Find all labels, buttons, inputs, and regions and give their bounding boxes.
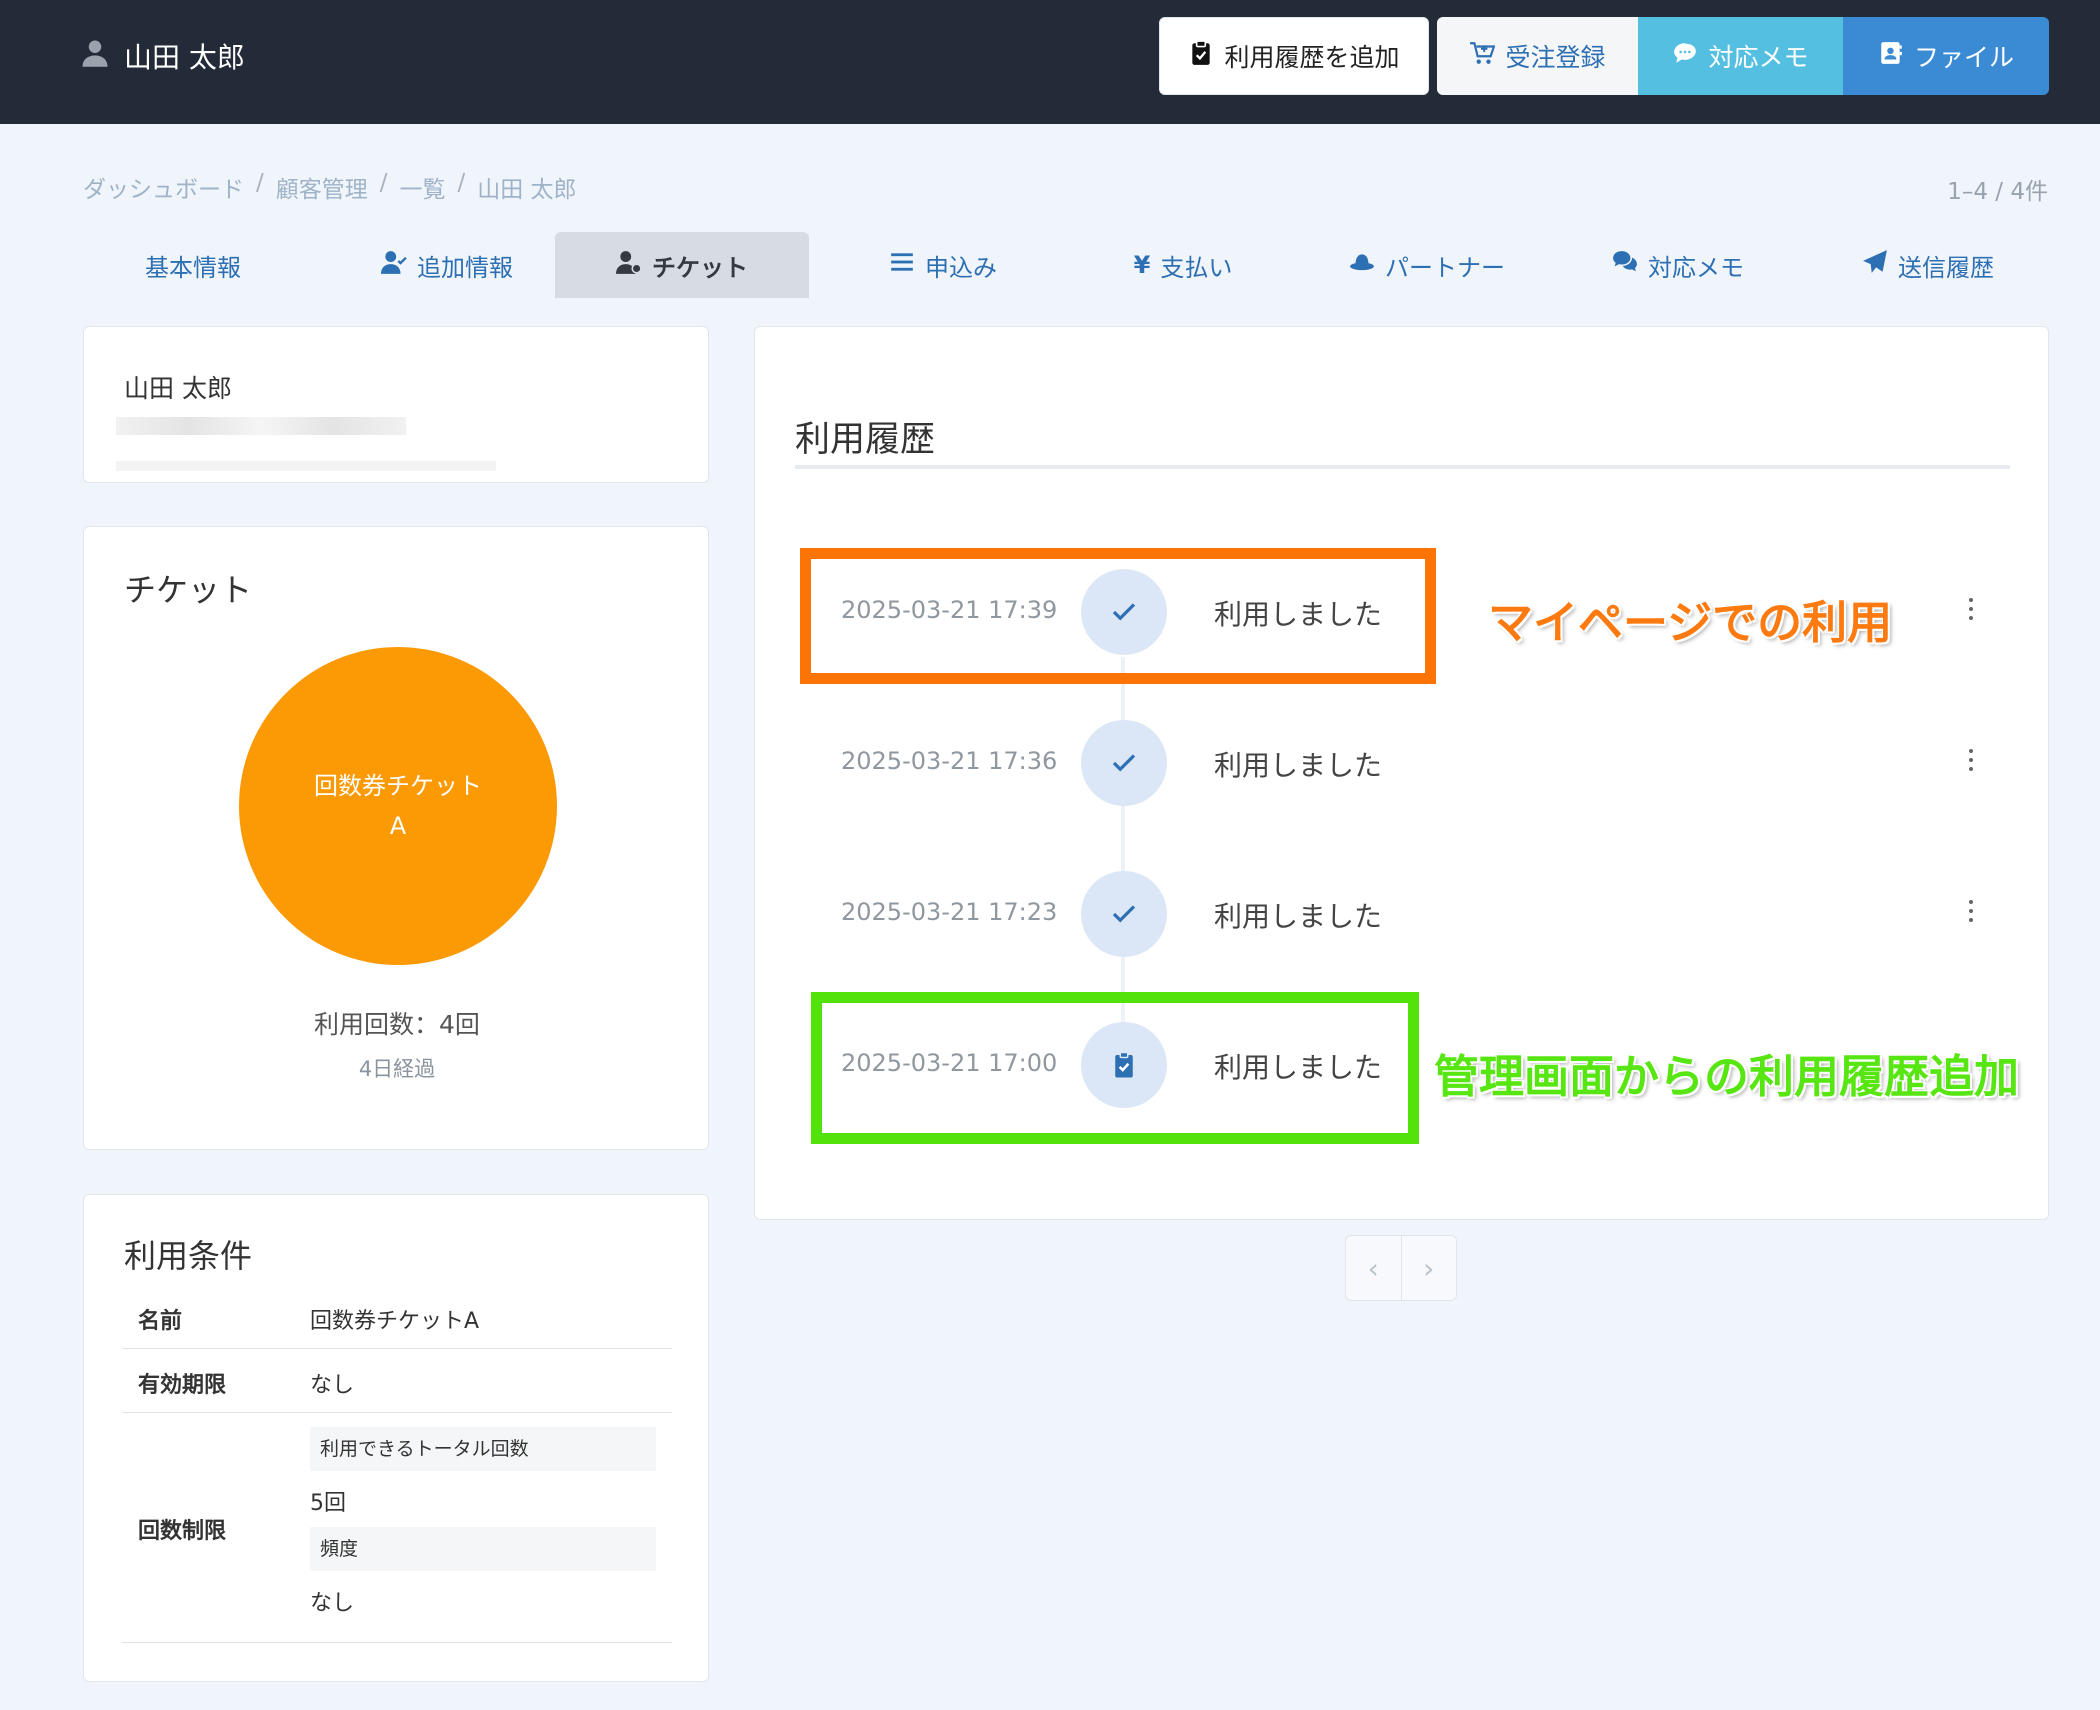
condition-key: 有効期限 [138, 1373, 227, 1398]
history-entry: 2025-03-21 17:23 利用しました [755, 869, 2050, 959]
tab-additional-info[interactable]: 追加情報 [337, 232, 557, 298]
usage-history-title: 利用履歴 [795, 420, 936, 460]
add-history-button[interactable]: 利用履歴を追加 [1159, 17, 1429, 95]
add-history-label: 利用履歴を追加 [1224, 43, 1400, 72]
check-icon [1081, 871, 1167, 957]
comment-icon [1672, 40, 1698, 72]
customer-name: 山田 太郎 [124, 374, 232, 403]
breadcrumb-separator: / [379, 170, 388, 196]
breadcrumb-dashboard[interactable]: ダッシュボード [83, 170, 244, 204]
prev-page-button[interactable]: ‹ [1346, 1236, 1401, 1300]
tab-label: 支払い [1160, 253, 1233, 282]
tab-label: チケット [652, 253, 748, 282]
frequency-label: 頻度 [310, 1527, 656, 1571]
tab-ticket[interactable]: チケット [555, 232, 809, 298]
user-ticket-icon [616, 249, 642, 281]
memo-button[interactable]: 対応メモ [1638, 17, 1843, 95]
tab-basic-info[interactable]: 基本情報 [83, 232, 303, 298]
tab-memo[interactable]: 対応メモ [1573, 232, 1783, 298]
breadcrumb: ダッシュボード / 顧客管理 / 一覧 / 山田 太郎 [83, 170, 577, 204]
ticket-card-title: チケット [124, 571, 253, 609]
yen-icon: ¥ [1133, 251, 1151, 279]
user-name: 山田 太郎 [124, 41, 245, 74]
elapsed-days: 4日経過 [358, 1057, 436, 1081]
record-count: 1–4 / 4件 [1947, 179, 2048, 205]
user-icon [80, 38, 110, 75]
tab-send-history[interactable]: 送信履歴 [1823, 232, 2033, 298]
condition-row-limit: 回数制限 利用できるトータル回数 5回 頻度 なし [122, 1413, 672, 1643]
breadcrumb-list[interactable]: 一覧 [400, 170, 446, 204]
tab-label: 送信履歴 [1898, 253, 1994, 282]
title-divider [795, 465, 2010, 469]
condition-key: 名前 [138, 1309, 183, 1334]
tab-applications[interactable]: 申込み [843, 232, 1043, 298]
ticket-card: チケット 回数券チケットA 利用回数：4回 4日経過 [83, 526, 709, 1150]
ticket-badge[interactable]: 回数券チケットA [239, 647, 557, 965]
condition-value: 回数券チケットA [310, 1309, 480, 1334]
tab-label: 申込み [925, 253, 997, 282]
breadcrumb-current: 山田 太郎 [477, 177, 577, 203]
order-register-button[interactable]: 受注登録 [1437, 17, 1638, 95]
top-bar: 山田 太郎 利用履歴を追加 受注登録 対応メモ ファイル [0, 0, 2100, 124]
entry-time: 2025-03-21 17:23 [841, 898, 1058, 926]
hat-icon [1349, 249, 1375, 281]
annotation-box-admin [811, 992, 1419, 1144]
customer-card: 山田 太郎 [83, 326, 709, 483]
annotation-mypage: マイページでの利用 [1488, 596, 1893, 649]
condition-row-expiry: 有効期限 なし [122, 1349, 672, 1413]
file-button[interactable]: ファイル [1843, 17, 2049, 95]
more-vertical-icon[interactable] [1961, 589, 1981, 629]
breadcrumb-customers[interactable]: 顧客管理 [276, 170, 368, 204]
condition-key: 回数制限 [138, 1519, 227, 1544]
more-vertical-icon[interactable] [1961, 740, 1981, 780]
annotation-box-mypage [800, 548, 1436, 684]
more-vertical-icon[interactable] [1961, 891, 1981, 931]
frequency-value: なし [310, 1591, 355, 1616]
file-label: ファイル [1913, 43, 2014, 72]
comments-icon [1612, 249, 1638, 281]
entry-label: 利用しました [1214, 900, 1383, 933]
check-icon [1081, 720, 1167, 806]
address-book-icon [1878, 40, 1904, 72]
condition-value: なし [310, 1373, 355, 1398]
total-count-label: 利用できるトータル回数 [310, 1427, 656, 1471]
user-check-icon [381, 249, 407, 281]
conditions-card: 利用条件 名前 回数券チケットA 有効期限 なし 回数制限 利用できるトータル回… [83, 1194, 709, 1682]
tab-partner[interactable]: パートナー [1317, 232, 1537, 298]
history-entry: 2025-03-21 17:36 利用しました [755, 718, 2050, 808]
tab-label: 追加情報 [417, 253, 513, 282]
order-register-label: 受注登録 [1505, 43, 1606, 72]
redacted-email [116, 417, 406, 435]
next-page-button[interactable]: › [1400, 1236, 1457, 1300]
usage-count: 利用回数：4回 [314, 1010, 480, 1039]
pagination: ‹ › [1345, 1235, 1457, 1301]
annotation-admin: 管理画面からの利用履歴追加 [1434, 1050, 2020, 1103]
entry-time: 2025-03-21 17:36 [841, 747, 1058, 775]
tab-label: 対応メモ [1648, 253, 1744, 282]
entry-label: 利用しました [1214, 749, 1383, 782]
tab-label: 基本情報 [145, 253, 241, 282]
breadcrumb-separator: / [457, 170, 466, 196]
paper-plane-icon [1862, 249, 1888, 281]
memo-label: 対応メモ [1708, 43, 1809, 72]
clipboard-check-icon [1188, 40, 1214, 72]
redacted-detail [116, 461, 496, 471]
list-icon [889, 249, 915, 281]
tab-payments[interactable]: ¥ 支払い [1083, 232, 1283, 298]
breadcrumb-separator: / [256, 170, 264, 196]
condition-row-name: 名前 回数券チケットA [122, 1285, 672, 1349]
conditions-title: 利用条件 [124, 1237, 253, 1275]
customer-tabs: 基本情報 追加情報 チケット 申込み ¥ 支払い パートナー 対応メモ 送信履歴 [83, 232, 2049, 298]
ticket-name: 回数券チケットA [314, 772, 482, 840]
tab-label: パートナー [1385, 253, 1505, 282]
user-menu[interactable]: 山田 太郎 [80, 36, 245, 76]
total-count-value: 5回 [310, 1491, 346, 1516]
cart-plus-icon [1469, 40, 1496, 72]
